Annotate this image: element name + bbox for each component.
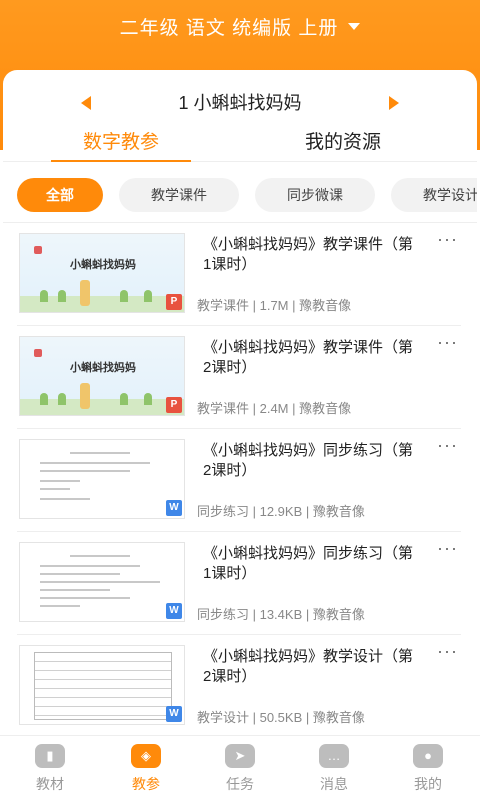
plant-icon [40,393,48,405]
filter-chips: 全部 教学课件 同步微课 教学设计 [17,178,477,212]
send-icon: ➤ [225,744,255,768]
item-meta: 教学课件 | 2.4M | 豫教音像 [197,401,352,416]
item-meta: 教学课件 | 1.7M | 豫教音像 [197,298,352,313]
text-line [40,605,80,607]
seal-icon [34,246,42,254]
courseware-thumbnail: 小蝌蚪找妈妈 P [19,336,185,416]
word-file-icon: W [166,500,182,516]
nav-label: 教参 [132,776,160,792]
seal-icon [34,349,42,357]
text-line [40,488,70,490]
plant-icon [120,393,128,405]
nav-reference[interactable]: ◈ 教参 [98,744,194,794]
plant-icon [58,290,66,302]
plant-icon [144,290,152,302]
thumbnail-title: 小蝌蚪找妈妈 [70,259,136,271]
word-file-icon: W [166,603,182,619]
plant-icon [144,393,152,405]
item-title: 《小蝌蚪找妈妈》教学课件（第2课时） [203,339,414,376]
courseware-thumbnail: 小蝌蚪找妈妈 P [19,233,185,313]
tab-my-resources[interactable]: 我的资源 [273,128,413,162]
text-line [40,597,130,599]
nav-label: 我的 [414,776,442,792]
ppt-file-icon: P [166,294,182,310]
document-thumbnail: W [19,439,185,519]
book-glyph: ▮ [46,748,54,763]
nav-textbook[interactable]: ▮ 教材 [2,744,98,794]
list-item[interactable]: W 《小蝌蚪找妈妈》教学设计（第2课时） 教学设计 | 50.5KB | 豫教音… [17,635,461,738]
item-meta: 同步练习 | 12.9KB | 豫教音像 [197,504,365,519]
more-options-icon[interactable]: ··· [437,435,461,455]
user-glyph: ● [424,748,432,763]
chat-icon: … [319,744,349,768]
filter-lesson-plan[interactable]: 教学设计 [391,178,477,212]
text-line [40,498,90,500]
item-title: 《小蝌蚪找妈妈》教学课件（第1课时） [203,236,414,273]
more-options-icon[interactable]: ··· [437,229,461,249]
grade-selector[interactable]: 二年级 语文 统编版 上册 [0,14,480,44]
tab-label: 我的资源 [304,132,381,153]
tab-label: 数字教参 [82,132,159,153]
thumbnail-title: 小蝌蚪找妈妈 [70,362,136,374]
item-meta: 教学设计 | 50.5KB | 豫教音像 [197,710,365,725]
list-item[interactable]: W 《小蝌蚪找妈妈》同步练习（第2课时） 同步练习 | 12.9KB | 豫教音… [17,429,461,532]
content-panel: 1 小蝌蚪找妈妈 数字教参 我的资源 全部 教学课件 同步微课 教学设计 小蝌蚪… [3,70,477,740]
bottom-navigation: ▮ 教材 ◈ 教参 ➤ 任务 … 消息 ● 我的 [0,735,480,800]
layers-icon: ◈ [131,744,161,768]
item-title: 《小蝌蚪找妈妈》教学设计（第2课时） [203,648,414,685]
text-line [40,462,150,464]
item-title: 《小蝌蚪找妈妈》同步练习（第1课时） [203,545,414,582]
lesson-navigator: 1 小蝌蚪找妈妈 [3,88,477,118]
list-item[interactable]: 小蝌蚪找妈妈 P 《小蝌蚪找妈妈》教学课件（第1课时） 教学课件 | 1.7M … [17,223,461,326]
filter-courseware[interactable]: 教学课件 [119,178,239,212]
resource-list: 小蝌蚪找妈妈 P 《小蝌蚪找妈妈》教学课件（第1课时） 教学课件 | 1.7M … [3,222,477,740]
tab-digital-reference[interactable]: 数字教参 [51,128,191,162]
nav-label: 任务 [226,776,254,792]
item-meta: 同步练习 | 13.4KB | 豫教音像 [197,607,365,622]
text-line [40,470,130,472]
list-item[interactable]: 小蝌蚪找妈妈 P 《小蝌蚪找妈妈》教学课件（第2课时） 教学课件 | 2.4M … [17,326,461,429]
plant-icon [40,290,48,302]
text-line [40,480,80,482]
text-line [70,452,130,454]
lesson-title: 1 小蝌蚪找妈妈 [178,93,302,113]
nav-profile[interactable]: ● 我的 [380,744,476,794]
more-options-icon[interactable]: ··· [437,641,461,661]
bottle-icon [80,280,90,306]
nav-label: 消息 [320,776,348,792]
text-line [40,565,140,567]
text-line [40,581,160,583]
next-lesson-icon[interactable] [389,96,399,110]
list-item[interactable]: W 《小蝌蚪找妈妈》同步练习（第1课时） 同步练习 | 13.4KB | 豫教音… [17,532,461,635]
chat-glyph: … [327,748,341,763]
bottle-icon [80,383,90,409]
more-options-icon[interactable]: ··· [437,332,461,352]
ppt-file-icon: P [166,397,182,413]
text-line [40,573,120,575]
plant-icon [120,290,128,302]
nav-messages[interactable]: … 消息 [286,744,382,794]
book-icon: ▮ [35,744,65,768]
text-line [40,589,110,591]
document-thumbnail: W [19,542,185,622]
document-thumbnail: W [19,645,185,725]
filter-all[interactable]: 全部 [17,178,103,212]
caret-down-icon [348,23,361,31]
text-line [70,555,130,557]
grade-selector-label: 二年级 语文 统编版 上册 [119,18,339,39]
layers-glyph: ◈ [141,748,151,763]
tab-bar: 数字教参 我的资源 [3,128,477,162]
nav-label: 教材 [36,776,64,792]
table-preview [34,652,172,720]
active-tab-indicator [51,160,191,162]
filter-micro-lesson[interactable]: 同步微课 [255,178,375,212]
more-options-icon[interactable]: ··· [437,538,461,558]
item-title: 《小蝌蚪找妈妈》同步练习（第2课时） [203,442,414,479]
word-file-icon: W [166,706,182,722]
user-icon: ● [413,744,443,768]
plant-icon [58,393,66,405]
nav-tasks[interactable]: ➤ 任务 [192,744,288,794]
send-glyph: ➤ [234,748,246,763]
